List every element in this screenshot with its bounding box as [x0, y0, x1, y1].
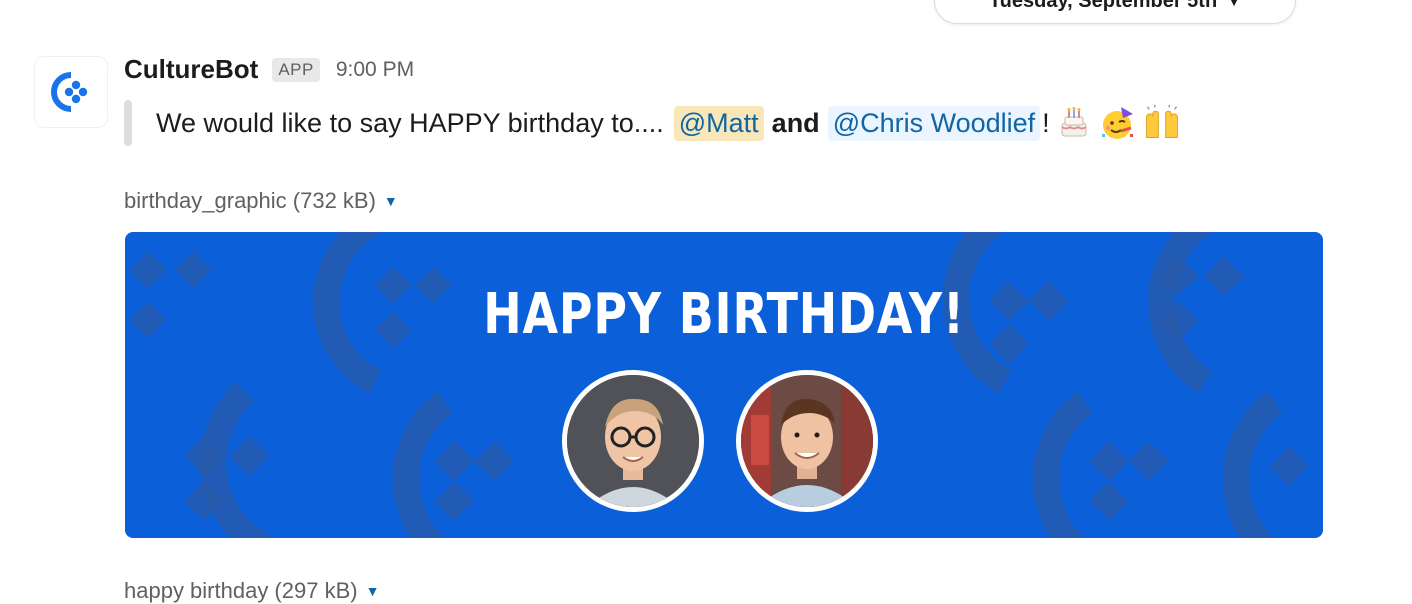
attachment-label[interactable]: birthday_graphic (732 kB) ▼: [124, 188, 398, 214]
message-text-before: We would like to say HAPPY birthday to..…: [156, 107, 664, 138]
user-mention[interactable]: @Matt: [673, 105, 764, 141]
banner-title: HAPPY BIRTHDAY!: [483, 282, 965, 347]
attachment-label[interactable]: happy birthday (297 kB) ▼: [124, 578, 379, 604]
message-header: CultureBot APP 9:00 PM: [124, 54, 414, 85]
birthday-person-photo: [562, 370, 704, 512]
attachment-name: happy birthday (297 kB): [124, 578, 358, 603]
quote-bar: [124, 100, 132, 146]
message-timestamp[interactable]: 9:00 PM: [336, 58, 414, 82]
user-mention[interactable]: @Chris Woodlief: [827, 105, 1041, 141]
message-text: We would like to say HAPPY birthday to..…: [156, 100, 1182, 146]
culturebot-logo-icon: [51, 72, 88, 112]
caret-down-icon[interactable]: ▼: [366, 583, 380, 599]
raising-hands-icon: [1142, 103, 1182, 143]
date-divider-button[interactable]: Tuesday, September 5th ▼: [934, 0, 1296, 24]
partying-face-icon: [1098, 103, 1138, 143]
chevron-down-icon: ▼: [1227, 0, 1242, 9]
message-connector: and: [771, 107, 820, 138]
caret-down-icon[interactable]: ▼: [384, 193, 398, 209]
app-badge: APP: [272, 57, 320, 82]
attachment-name: birthday_graphic (732 kB): [124, 188, 376, 213]
sender-name[interactable]: CultureBot: [124, 54, 258, 85]
banner-pattern: [129, 232, 1309, 538]
birthday-graphic-image[interactable]: HAPPY BIRTHDAY!: [125, 232, 1323, 538]
birthday-cake-icon: [1054, 103, 1094, 143]
bot-avatar[interactable]: [34, 56, 108, 128]
date-divider-label: Tuesday, September 5th: [988, 0, 1218, 12]
message-text-after: !: [1042, 107, 1050, 138]
birthday-person-photo: [736, 370, 878, 512]
